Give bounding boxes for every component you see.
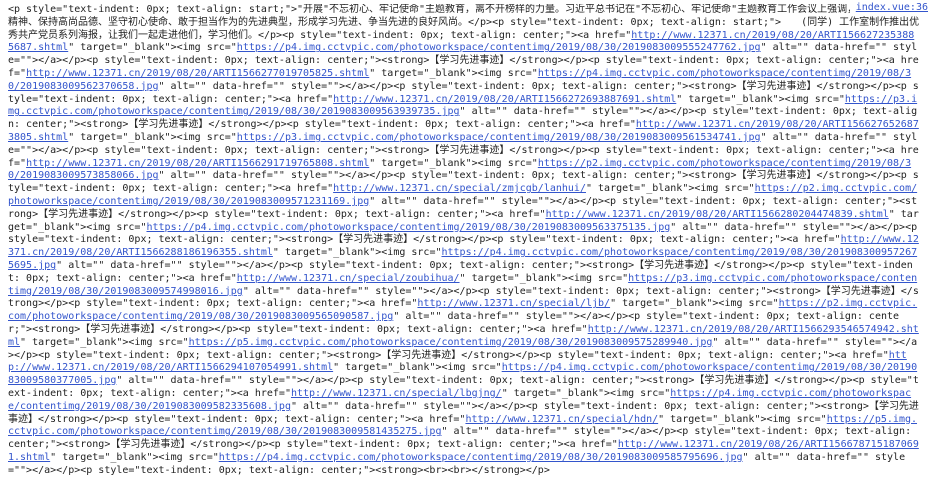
log-text: " target="_blank"><img src=" <box>50 451 219 463</box>
log-url-link[interactable]: http://www.12371.cn/2019/08/20/ARTI15662… <box>26 158 369 169</box>
log-url-link[interactable]: https://p3.img.cctvpic.com/photoworkspac… <box>237 132 761 143</box>
log-url-link[interactable]: https://p4.img.cctvpic.com/photoworkspac… <box>146 222 670 233</box>
log-text: " target="_blank"><img src=" <box>369 67 538 79</box>
log-url-link[interactable]: https://p5.img.cctvpic.com/photoworkspac… <box>189 337 713 348</box>
log-text: " target="_blank"><img src=" <box>501 387 671 399</box>
log-url-link[interactable]: http://www.12371.cn/2019/08/20/ARTI15662… <box>546 209 889 220</box>
log-url-link[interactable]: https://p4.img.cctvpic.com/photoworkspac… <box>219 452 743 463</box>
source-file-link[interactable]: index.vue:36 <box>849 2 928 15</box>
log-url-link[interactable]: https://p4.img.cctvpic.com/photoworkspac… <box>237 42 761 53</box>
log-url-link[interactable]: http://www.12371.cn/2019/08/20/ARTI15662… <box>333 94 676 105</box>
log-url-link[interactable]: http://www.12371.cn/special/zmjcgb/lanhu… <box>333 183 586 194</box>
log-text: " target="_blank"><img src=" <box>610 298 779 310</box>
log-url-link[interactable]: http://www.12371.cn/special/ljb/ <box>417 298 610 309</box>
log-text: " target="_blank"><img src=" <box>459 272 629 284</box>
log-text: " target="_blank"><img src=" <box>369 157 538 169</box>
log-text: " target="_blank"><img src=" <box>658 413 827 425</box>
log-text: " target="_blank"><img src=" <box>20 336 189 348</box>
log-url-link[interactable]: http://www.12371.cn/special/lbgjng/ <box>291 388 502 399</box>
log-text: " target="_blank"><img src=" <box>68 131 237 143</box>
console-log-output: <p style="text-indent: 0px; text-align: … <box>8 4 920 484</box>
log-url-link[interactable]: http://www.12371.cn/2019/08/20/ARTI15662… <box>26 68 369 79</box>
log-url-link[interactable]: http://www.12371.cn/special/zoubihua/ <box>237 273 460 284</box>
log-text: " target="_blank"><img src=" <box>585 183 755 195</box>
log-text: " target="_blank"><img src=" <box>333 362 502 374</box>
log-url-link[interactable]: http://www.12371.cn/special/hdn/ <box>465 414 658 425</box>
log-text: " target="_blank"><img src=" <box>68 42 237 54</box>
log-text: " target="_blank"><img src=" <box>272 247 442 259</box>
log-text: " target="_blank"><img src=" <box>676 93 845 105</box>
